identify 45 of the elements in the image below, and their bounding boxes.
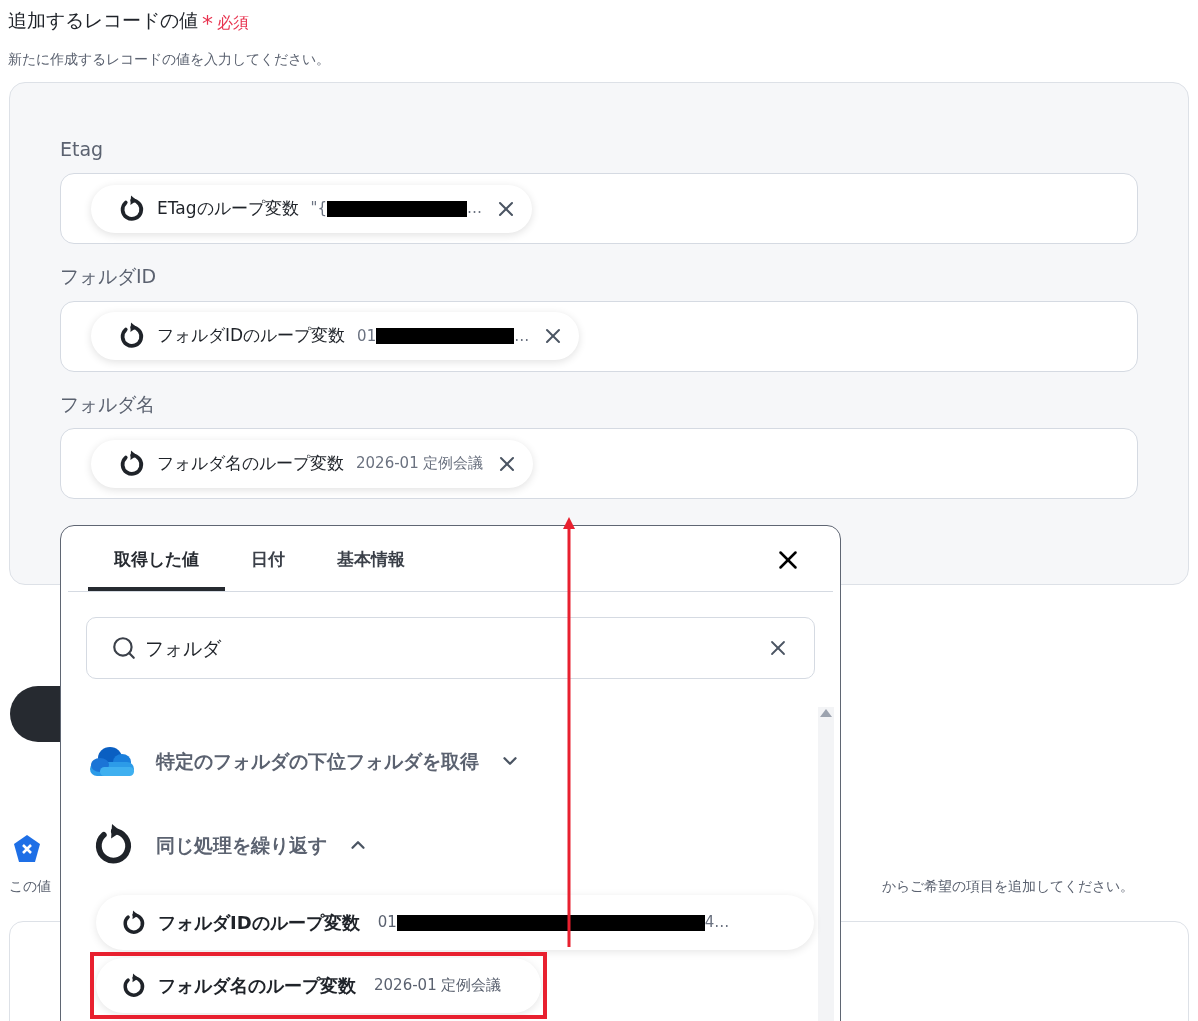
- variable-chip[interactable]: フォルダIDのループ変数 01 …: [91, 312, 580, 360]
- cloud-icon: [88, 745, 136, 777]
- section-description: 新たに作成するレコードの値を入力してください。: [8, 49, 331, 69]
- help-text: からご希望の項目を追加してください。: [882, 876, 1134, 896]
- variable-chip[interactable]: ETagのループ変数 "{ …: [91, 184, 532, 233]
- tab[interactable]: 基本情報: [311, 525, 431, 591]
- chip-label: フォルダ名のループ変数: [157, 451, 344, 475]
- value-text: 2026-01 定例会議: [374, 975, 502, 997]
- input-field[interactable]: フォルダIDのループ変数 01 …: [60, 300, 1138, 372]
- group-header[interactable]: 特定のフォルダの下位フォルダを取得: [88, 719, 818, 803]
- value-text: …: [514, 325, 530, 347]
- group-title: 同じ処理を繰り返す: [156, 832, 327, 858]
- option-label: フォルダ名のループ変数: [158, 974, 356, 998]
- value-text: 01: [357, 325, 377, 347]
- group-header[interactable]: 同じ処理を繰り返す: [88, 803, 818, 887]
- circular-arrow-icon: [120, 909, 146, 936]
- variable-option[interactable]: フォルダ名のループ変数 2026-01 定例会議: [96, 958, 542, 1013]
- value-text: "{: [310, 198, 327, 220]
- variable-chip[interactable]: フォルダ名のループ変数 2026-01 定例会議: [91, 439, 534, 488]
- field-label: フォルダID: [60, 264, 158, 289]
- search-field[interactable]: フォルダ: [86, 617, 815, 679]
- field-label: フォルダ名: [60, 391, 156, 417]
- option-label: フォルダIDのループ変数: [158, 911, 360, 935]
- search-text: フォルダ: [145, 635, 222, 661]
- value-text: 4…: [704, 912, 730, 934]
- value-text: 01: [377, 912, 397, 934]
- field-label: Etag: [60, 136, 105, 162]
- tab[interactable]: 取得した値: [88, 525, 225, 591]
- value-text: 2026-01 定例会議: [356, 453, 484, 475]
- required-label: 必須: [217, 11, 249, 34]
- required-asterisk: *: [202, 12, 213, 35]
- scrollbar[interactable]: [818, 707, 834, 1021]
- chip-label: ETagのループ変数: [157, 196, 299, 220]
- input-field[interactable]: フォルダ名のループ変数 2026-01 定例会議: [60, 428, 1138, 499]
- group-title: 特定のフォルダの下位フォルダを取得: [156, 748, 479, 774]
- help-text: この値: [9, 876, 51, 896]
- section-title: 追加するレコードの値: [8, 8, 198, 33]
- tab[interactable]: 日付: [225, 525, 311, 591]
- badge-icon: [12, 833, 42, 864]
- search-icon: [111, 635, 137, 661]
- circular-arrow-icon: [120, 972, 146, 999]
- chip-label: フォルダIDのループ変数: [157, 324, 346, 348]
- input-field[interactable]: ETagのループ変数 "{ …: [60, 173, 1138, 244]
- variable-option[interactable]: フォルダIDのループ変数 01 4…: [96, 895, 814, 950]
- value-text: …: [467, 198, 482, 220]
